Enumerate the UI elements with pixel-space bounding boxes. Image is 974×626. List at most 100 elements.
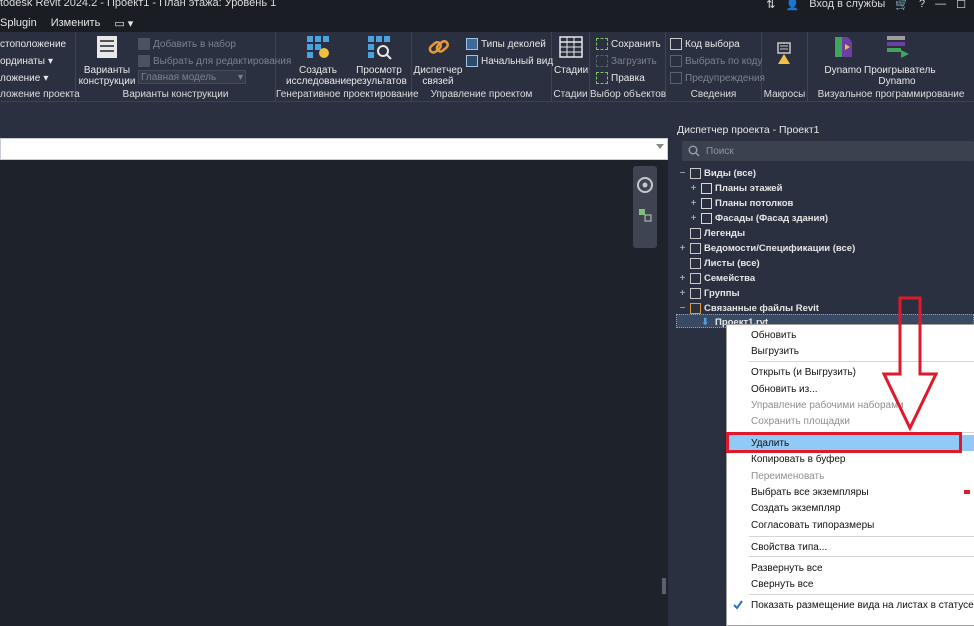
coordinates-button[interactable]: ординаты ▾	[0, 53, 53, 69]
main-model-select[interactable]: Главная модель ▾	[138, 70, 246, 84]
pick-to-edit-button[interactable]: Выбрать для редактирования	[138, 53, 291, 69]
zoom-icon[interactable]	[638, 208, 652, 222]
panel-title: Стадии	[553, 89, 588, 100]
macros-button[interactable]	[772, 40, 798, 71]
select-by-id-button[interactable]: Код выбора	[670, 36, 740, 52]
tree-item-label: Листы (все)	[704, 257, 760, 269]
context-menu-item-label: Свойства типа...	[751, 541, 828, 553]
tree-item[interactable]: + Планы этажей	[689, 181, 782, 195]
tree-item[interactable]: + Планы потолков	[689, 196, 793, 210]
share-icon[interactable]: ⇅	[766, 0, 775, 11]
drawing-canvas[interactable]	[0, 160, 668, 626]
scrollbar-thumb[interactable]	[662, 578, 666, 594]
signin-button[interactable]: Вход в службы	[809, 0, 885, 10]
context-menu-item[interactable]: Создать экземпляр	[727, 500, 974, 516]
dynamo-button[interactable]: Dynamo	[822, 34, 864, 76]
user-icon[interactable]: 👤	[786, 0, 800, 11]
help-button[interactable]: ?	[919, 0, 925, 10]
context-menu-item[interactable]: Переименовать	[727, 468, 974, 484]
tree-item[interactable]: − Виды (все)	[678, 166, 756, 180]
add-to-set-button[interactable]: Добавить в набор	[138, 36, 236, 52]
expand-icon[interactable]: +	[678, 288, 687, 299]
context-menu-item[interactable]: Копировать в буфер	[727, 451, 974, 467]
tree-item-label: Ведомости/Спецификации (все)	[704, 242, 856, 254]
position-button[interactable]: ложение ▾	[0, 70, 48, 86]
title-bar: todesk Revit 2024.2 - Проект1 - План эта…	[0, 0, 974, 14]
edit-selection-button[interactable]: Правка	[596, 70, 645, 86]
annotation-highlight-box	[726, 432, 962, 453]
expand-icon[interactable]: +	[689, 213, 698, 224]
folder-icon	[690, 272, 701, 284]
navigation-bar	[633, 166, 657, 248]
context-menu-item-label: Выгрузить	[751, 345, 799, 357]
manage-links-button[interactable]: Диспетчер связей	[412, 34, 464, 87]
macros-icon	[777, 42, 791, 64]
panel-title: Сведения	[690, 89, 737, 100]
cart-icon[interactable]: 🛒	[895, 0, 909, 11]
tree-item[interactable]: − Связанные файлы Revit	[678, 301, 819, 315]
folder-icon	[701, 197, 712, 209]
tree-item[interactable]: Легенды	[678, 226, 745, 240]
expand-icon[interactable]: +	[678, 273, 687, 284]
context-menu-item[interactable]: Свернуть все	[727, 576, 974, 592]
tree-item[interactable]: + Ведомости/Спецификации (все)	[678, 241, 855, 255]
video-icon[interactable]: ▭ ▾	[114, 17, 133, 30]
tree-item[interactable]: + Семейства	[678, 271, 755, 285]
tree-item-label: Легенды	[704, 227, 746, 239]
dynamo-player-button[interactable]: Проигрыватель Dynamo	[864, 34, 936, 87]
location-button[interactable]: стоположение	[0, 36, 66, 52]
panel-inquiry: Код выбора Выбрать по коду Предупреждени…	[666, 32, 765, 102]
collapse-icon[interactable]: −	[678, 303, 687, 314]
chevron-down-icon[interactable]	[656, 144, 664, 149]
expand-icon[interactable]: +	[689, 183, 698, 194]
tree-item[interactable]: Листы (все)	[678, 256, 760, 270]
restore-button[interactable]: ☐	[956, 0, 966, 11]
load-selection-button[interactable]: Загрузить	[596, 53, 657, 69]
panel-title: Управление проектом	[430, 89, 533, 100]
revit-file-icon: ⬇	[701, 316, 710, 328]
design-options-button[interactable]: Варианты конструкции	[78, 34, 136, 87]
collapse-icon[interactable]: −	[678, 168, 687, 179]
title-bar-right: ⇅ 👤 Вход в службы 🛒 ? — ☐	[766, 0, 974, 14]
context-menu-item[interactable]: Свойства типа...	[727, 539, 974, 555]
tree-item-label: Планы этажей	[715, 182, 783, 194]
search-input[interactable]: Поиск	[682, 141, 974, 161]
tree-item-label: Планы потолков	[715, 197, 794, 209]
folder-icon	[690, 227, 701, 239]
panel-title: Визуальное программирование	[817, 89, 965, 100]
warnings-button[interactable]: Предупреждения	[670, 70, 765, 86]
decal-icon	[466, 38, 478, 50]
window-title: todesk Revit 2024.2 - Проект1 - План эта…	[0, 0, 277, 9]
create-study-button[interactable]: Создать исследование	[286, 34, 352, 87]
expand-icon[interactable]: +	[678, 243, 687, 254]
ribbon: стоположение ординаты ▾ ложение ▾ ложение …	[0, 32, 974, 102]
minimize-button[interactable]: —	[935, 0, 946, 10]
tree-item[interactable]: + Фасады (Фасад здания)	[689, 211, 828, 225]
starting-view-button[interactable]: Начальный вид	[466, 53, 553, 69]
design-options-icon	[97, 36, 117, 58]
menu-separator	[749, 536, 974, 537]
panel-project-location: стоположение ординаты ▾ ложение ▾ ложение …	[0, 32, 80, 102]
edit-selection-icon	[596, 72, 608, 84]
panel-design-options: Варианты конструкции Добавить в набор Вы…	[76, 32, 291, 102]
expand-icon[interactable]: +	[689, 198, 698, 209]
panel-selection: Сохранить Загрузить Правка Выбор объекто…	[590, 32, 666, 102]
ids-of-selection-button[interactable]: Выбрать по коду	[670, 53, 762, 69]
context-menu-item[interactable]: Показать размещение вида на листах в ста…	[727, 597, 974, 613]
context-menu-item[interactable]: Развернуть все	[727, 560, 974, 576]
tree-item[interactable]: + Группы	[678, 286, 740, 300]
tab-modify[interactable]: Изменить	[51, 17, 101, 29]
tab-splugin[interactable]: Splugin	[0, 17, 37, 29]
decal-types-button[interactable]: Типы деколей	[466, 36, 546, 52]
view-options-bar[interactable]	[0, 138, 668, 160]
context-menu-item[interactable]: Согласовать типоразмеры	[727, 517, 974, 533]
explore-results-button[interactable]: Просмотр результатов	[348, 34, 410, 87]
pick-edit-icon	[138, 55, 150, 67]
phases-button[interactable]: Стадии	[554, 34, 588, 76]
panel-phasing: Стадии Стадии	[552, 32, 590, 102]
folder-icon	[690, 257, 701, 269]
context-menu-item[interactable]: Выбрать все экземпляры	[727, 484, 974, 500]
save-selection-button[interactable]: Сохранить	[596, 36, 661, 52]
folder-icon	[690, 242, 701, 254]
steering-wheel-icon[interactable]	[636, 176, 654, 194]
